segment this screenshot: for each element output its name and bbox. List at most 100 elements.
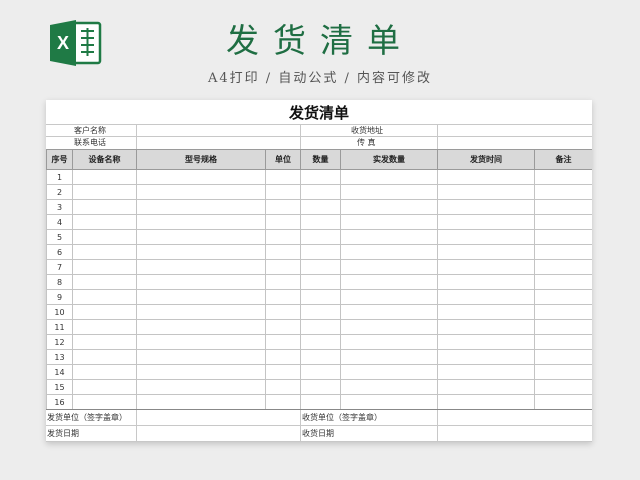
column-header: 数量 xyxy=(300,149,341,170)
row-number: 9 xyxy=(46,289,73,305)
table-row: 8 xyxy=(46,274,592,290)
table-cell xyxy=(136,349,266,365)
table-cell xyxy=(136,334,266,350)
table-cell xyxy=(437,334,535,350)
banner-subtitle: A4打印 / 自动公式 / 内容可修改 xyxy=(208,71,432,86)
row-number: 6 xyxy=(46,244,73,260)
table-cell xyxy=(72,274,137,290)
table-cell xyxy=(340,214,438,230)
table-cell xyxy=(437,229,535,245)
phone-label: 联系电话 xyxy=(74,138,106,147)
table-cell xyxy=(300,229,341,245)
table-cell xyxy=(534,394,592,410)
banner-title: 发货清单 xyxy=(226,21,414,60)
table-cell xyxy=(300,304,341,320)
row-number: 15 xyxy=(46,379,73,395)
table-cell xyxy=(136,379,266,395)
fax-label: 传 真 xyxy=(357,138,376,147)
table-cell xyxy=(437,244,535,260)
table-cell xyxy=(340,289,438,305)
table-cell xyxy=(340,259,438,275)
table-cell xyxy=(534,304,592,320)
table-cell xyxy=(72,394,137,410)
table-cell xyxy=(437,394,535,410)
table-cell xyxy=(265,319,301,335)
table-row: 10 xyxy=(46,304,592,320)
column-header: 单位 xyxy=(265,149,301,170)
table-cell xyxy=(265,229,301,245)
row-number: 7 xyxy=(46,259,73,275)
table-cell xyxy=(136,289,266,305)
table-cell xyxy=(300,319,341,335)
table-cell xyxy=(340,244,438,260)
table-cell xyxy=(340,184,438,200)
row-number: 8 xyxy=(46,274,73,290)
table-cell xyxy=(300,289,341,305)
table-cell xyxy=(136,184,266,200)
table-cell xyxy=(300,199,341,215)
table-cell xyxy=(340,304,438,320)
table-cell xyxy=(136,394,266,410)
table-cell xyxy=(437,274,535,290)
table-row: 3 xyxy=(46,199,592,215)
ship-address-label: 收货地址 xyxy=(351,126,383,135)
table-header-row: 序号 设备名称 型号规格 单位 数量 实发数量 发货时间 备注 xyxy=(46,149,592,170)
column-header: 型号规格 xyxy=(136,149,266,170)
ship-date-label: 发货日期 xyxy=(47,429,79,438)
table-cell xyxy=(534,199,592,215)
table-cell xyxy=(72,319,137,335)
table-cell xyxy=(136,364,266,380)
table-cell xyxy=(534,379,592,395)
row-number: 5 xyxy=(46,229,73,245)
table-cell xyxy=(534,319,592,335)
table-cell xyxy=(534,289,592,305)
table-cell xyxy=(534,334,592,350)
table-cell xyxy=(437,304,535,320)
table-cell xyxy=(340,379,438,395)
table-cell xyxy=(72,334,137,350)
row-number: 3 xyxy=(46,199,73,215)
table-cell xyxy=(72,304,137,320)
table-cell xyxy=(300,244,341,260)
table-cell xyxy=(265,259,301,275)
table-cell xyxy=(437,214,535,230)
table-cell xyxy=(437,289,535,305)
table-cell xyxy=(300,334,341,350)
table-cell xyxy=(72,289,137,305)
table-cell xyxy=(437,184,535,200)
table-cell xyxy=(300,274,341,290)
sheet-title: 发货清单 xyxy=(288,104,349,122)
table-row: 1 xyxy=(46,169,592,185)
table-cell xyxy=(534,349,592,365)
row-number: 2 xyxy=(46,184,73,200)
table-cell xyxy=(72,244,137,260)
table-cell xyxy=(437,379,535,395)
table-row: 6 xyxy=(46,244,592,260)
column-header: 备注 xyxy=(534,149,592,170)
table-cell xyxy=(300,349,341,365)
table-cell xyxy=(265,364,301,380)
table-cell xyxy=(300,259,341,275)
table-cell xyxy=(300,379,341,395)
table-cell xyxy=(265,199,301,215)
table-cell xyxy=(340,349,438,365)
table-cell xyxy=(265,349,301,365)
table-cell xyxy=(534,169,592,185)
table-row: 4 xyxy=(46,214,592,230)
table-cell xyxy=(340,334,438,350)
row-number: 4 xyxy=(46,214,73,230)
table-cell xyxy=(265,184,301,200)
receiver-unit-label: 收货单位（签字盖章） xyxy=(302,413,382,422)
table-cell xyxy=(534,244,592,260)
table-row: 2 xyxy=(46,184,592,200)
table-cell xyxy=(534,229,592,245)
table-row: 12 xyxy=(46,334,592,350)
row-number: 13 xyxy=(46,349,73,365)
table-cell xyxy=(265,244,301,260)
table-row: 16 xyxy=(46,394,592,410)
table-cell xyxy=(265,169,301,185)
table-cell xyxy=(437,199,535,215)
row-number: 14 xyxy=(46,364,73,380)
table-cell xyxy=(72,184,137,200)
table-cell xyxy=(136,229,266,245)
